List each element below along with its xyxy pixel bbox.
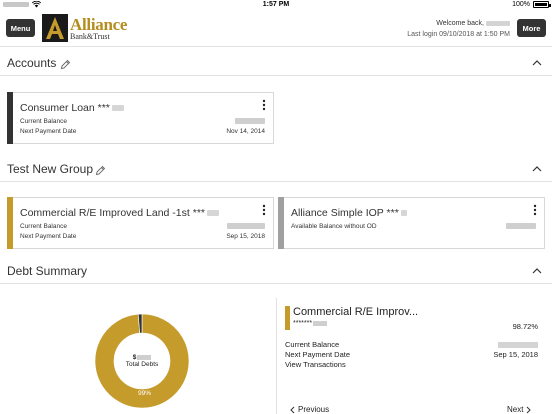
menu-button[interactable]: Menu bbox=[6, 19, 35, 37]
account-name: Consumer Loan *** bbox=[20, 102, 110, 114]
app-header: Menu Alliance Bank&Trust Welcome back, L… bbox=[0, 11, 552, 47]
next-payment-date: Nov 14, 2014 bbox=[226, 128, 265, 135]
kebab-menu-icon[interactable] bbox=[532, 204, 538, 216]
last-login: Last login 09/10/2018 at 1:50 PM bbox=[407, 31, 510, 38]
group-section-header[interactable]: Test New Group bbox=[0, 156, 552, 182]
account-name: Commercial R/E Improved Land -1st *** bbox=[20, 207, 205, 219]
debt-balance-label: Current Balance bbox=[285, 340, 340, 349]
alliance-a-logo-icon bbox=[42, 14, 68, 42]
previous-button[interactable]: Previous bbox=[290, 405, 329, 414]
account-card-commercial-re[interactable]: Commercial R/E Improved Land -1st *** Cu… bbox=[7, 197, 274, 249]
chevron-up-icon[interactable] bbox=[532, 165, 542, 173]
bank-logo[interactable]: Alliance Bank&Trust bbox=[42, 14, 127, 42]
previous-label: Previous bbox=[298, 405, 330, 414]
next-payment-date: Sep 15, 2018 bbox=[226, 233, 265, 240]
debt-percent: 98.72% bbox=[512, 322, 538, 331]
card-color-bar bbox=[7, 197, 13, 249]
welcome-block: Welcome back, Last login 09/10/2018 at 1… bbox=[407, 18, 510, 40]
edit-pencil-icon[interactable] bbox=[60, 59, 71, 70]
balance-value-redacted bbox=[235, 118, 265, 124]
section-title: Accounts bbox=[7, 56, 57, 70]
debt-divider bbox=[276, 298, 277, 414]
slice-percent-label: 99% bbox=[138, 390, 152, 397]
next-button[interactable]: Next bbox=[507, 405, 532, 414]
status-time: 1:57 PM bbox=[262, 1, 290, 8]
debt-summary-section-header[interactable]: Debt Summary bbox=[0, 258, 552, 284]
chevron-left-icon bbox=[290, 406, 295, 413]
section-title: Debt Summary bbox=[7, 264, 88, 278]
balance-label: Current Balance bbox=[20, 223, 67, 230]
logo-subtitle: Bank&Trust bbox=[70, 31, 110, 41]
more-button[interactable]: More bbox=[517, 19, 546, 37]
kebab-menu-icon[interactable] bbox=[261, 99, 267, 111]
debt-account-mask: ******* bbox=[293, 320, 313, 327]
next-payment-label: Next Payment Date bbox=[20, 128, 77, 135]
section-title: Test New Group bbox=[7, 162, 94, 176]
balance-value-redacted bbox=[227, 223, 265, 229]
detail-color-bar bbox=[285, 306, 290, 330]
debt-account-redacted bbox=[313, 321, 328, 326]
chevron-up-icon[interactable] bbox=[532, 59, 542, 67]
battery-percent: 100% bbox=[512, 1, 530, 8]
available-balance-label: Available Balance without OD bbox=[291, 223, 377, 230]
card-color-bar bbox=[7, 92, 13, 144]
welcome-text: Welcome back, bbox=[436, 20, 484, 27]
logo-name: Alliance bbox=[70, 14, 128, 34]
total-debts-prefix: $ bbox=[132, 354, 137, 361]
total-debts-label: Total Debts bbox=[125, 361, 159, 368]
account-card-consumer-loan[interactable]: Consumer Loan *** Current Balance Next P… bbox=[7, 92, 274, 144]
account-name: Alliance Simple IOP *** bbox=[291, 207, 399, 219]
accounts-section-header[interactable]: Accounts bbox=[0, 50, 552, 76]
account-number-redacted bbox=[111, 105, 124, 111]
card-color-bar bbox=[278, 197, 284, 249]
battery-icon bbox=[533, 1, 551, 8]
debt-next-payment-date: Sep 15, 2018 bbox=[493, 350, 538, 359]
kebab-menu-icon[interactable] bbox=[261, 204, 267, 216]
debt-balance-redacted bbox=[498, 342, 538, 348]
account-card-simple-iop[interactable]: Alliance Simple IOP *** Available Balanc… bbox=[278, 197, 545, 249]
view-transactions-link[interactable]: View Transactions bbox=[285, 360, 346, 369]
debt-account-name: Commercial R/E Improv... bbox=[293, 306, 419, 318]
status-bar: 1:57 PM 100% bbox=[0, 0, 552, 11]
chevron-up-icon[interactable] bbox=[532, 267, 542, 275]
edit-pencil-icon[interactable] bbox=[95, 165, 106, 176]
debt-next-payment-label: Next Payment Date bbox=[285, 350, 351, 359]
balance-label: Current Balance bbox=[20, 118, 67, 125]
account-number-redacted bbox=[400, 210, 407, 216]
user-name-redacted bbox=[486, 21, 510, 26]
balance-value-redacted bbox=[506, 223, 536, 229]
next-label: Next bbox=[507, 405, 524, 414]
next-payment-label: Next Payment Date bbox=[20, 233, 77, 240]
chevron-right-icon bbox=[527, 406, 532, 413]
total-debts-redacted bbox=[137, 355, 152, 360]
account-number-redacted bbox=[207, 210, 219, 216]
